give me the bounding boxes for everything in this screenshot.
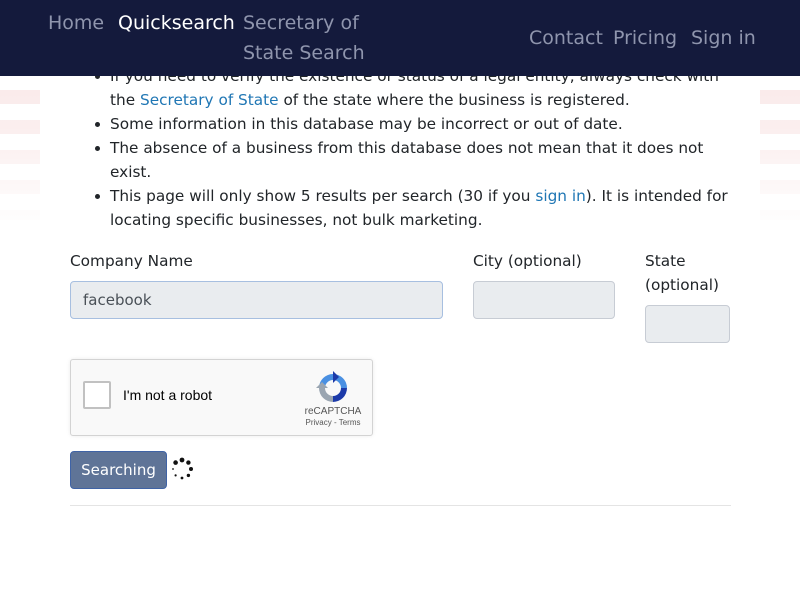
- search-button[interactable]: Searching: [70, 451, 167, 489]
- loading-spinner-icon: [172, 457, 193, 480]
- nav-pricing[interactable]: Pricing: [613, 23, 677, 53]
- sign-in-link[interactable]: sign in: [535, 187, 585, 205]
- nav-secretary-of-state-search[interactable]: Secretary of State Search: [243, 8, 383, 68]
- section-divider: [70, 505, 731, 506]
- recaptcha-logo-icon: [316, 371, 347, 402]
- company-name-input[interactable]: [70, 281, 443, 319]
- top-navbar: Home Quicksearch Secretary of State Sear…: [0, 0, 800, 76]
- disclaimer-item: Some information in this database may be…: [95, 112, 730, 136]
- recaptcha-brand: reCAPTCHA: [304, 406, 362, 417]
- nav-quicksearch[interactable]: Quicksearch: [118, 8, 235, 38]
- state-label: State (optional): [645, 252, 719, 294]
- disclaimer-item: This page will only show 5 results per s…: [95, 184, 730, 232]
- state-input[interactable]: [645, 305, 730, 343]
- page: If you need to verify the existence or s…: [0, 0, 800, 600]
- recaptcha-checkbox[interactable]: [83, 381, 111, 409]
- nav-contact[interactable]: Contact: [529, 23, 603, 53]
- recaptcha-links[interactable]: Privacy - Terms: [287, 418, 379, 427]
- secretary-of-state-link[interactable]: Secretary of State: [140, 91, 279, 109]
- city-input[interactable]: [473, 281, 615, 319]
- recaptcha-widget: I'm not a robot reCAPTCHA Privacy - Term…: [70, 359, 373, 436]
- disclaimer-list: If you need to verify the existence or s…: [95, 64, 730, 232]
- recaptcha-label: I'm not a robot: [123, 387, 213, 403]
- disclaimer-item: The absence of a business from this data…: [95, 136, 730, 184]
- disclaimer-text: of the state where the business is regis…: [283, 91, 630, 109]
- disclaimer-text: This page will only show 5 results per s…: [110, 187, 531, 205]
- company-name-label: Company Name: [70, 252, 193, 270]
- nav-sign-in[interactable]: Sign in: [691, 23, 756, 53]
- city-label: City (optional): [473, 252, 582, 270]
- nav-home[interactable]: Home: [48, 8, 104, 38]
